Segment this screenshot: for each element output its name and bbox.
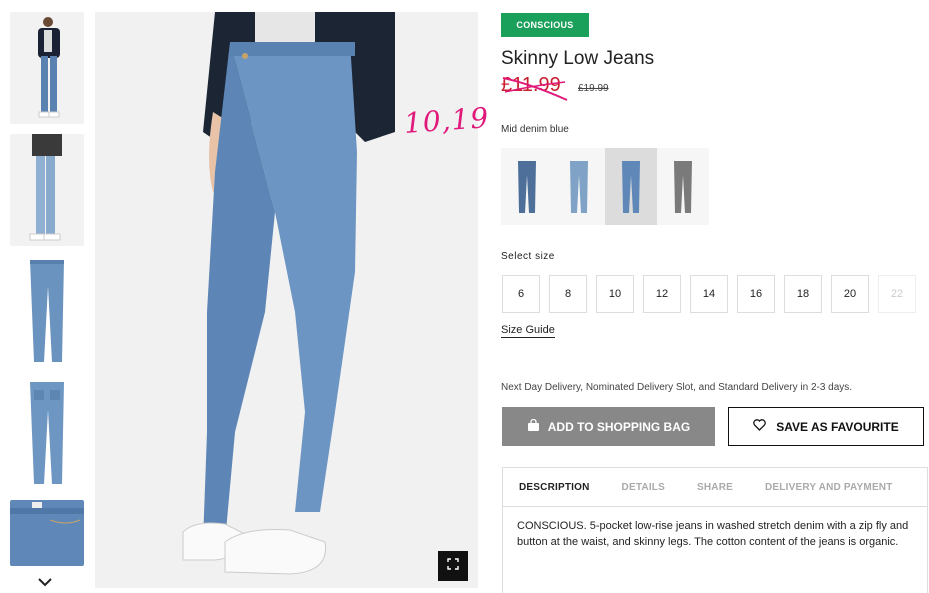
- size-option-20[interactable]: 20: [831, 275, 869, 313]
- thumbnail-strip: [10, 12, 84, 576]
- shopping-bag-icon: [527, 418, 540, 434]
- color-swatches: [501, 148, 709, 225]
- delivery-info: Next Day Delivery, Nominated Delivery Sl…: [501, 382, 853, 393]
- chevron-down-icon[interactable]: [37, 574, 53, 592]
- swatch-dark-denim[interactable]: [501, 148, 553, 225]
- size-options: 6 8 10 12 14 16 18 20 22: [502, 275, 925, 313]
- size-option-10[interactable]: 10: [596, 275, 634, 313]
- thumbnail-model-side[interactable]: [10, 134, 84, 246]
- tab-share[interactable]: SHARE: [697, 482, 733, 493]
- main-product-image-graphic: [95, 12, 478, 588]
- size-option-8[interactable]: 8: [549, 275, 587, 313]
- thumbnail-jeans-front[interactable]: [10, 256, 84, 368]
- heart-icon: [753, 419, 767, 434]
- conscious-badge: CONSCIOUS: [501, 13, 589, 37]
- swatch-mid-denim[interactable]: [605, 148, 657, 225]
- tab-details[interactable]: DETAILS: [622, 482, 665, 493]
- size-option-6[interactable]: 6: [502, 275, 540, 313]
- thumbnail-model-front-image: [10, 12, 84, 124]
- original-price: £19.99: [578, 83, 609, 94]
- thumbnail-jeans-back[interactable]: [10, 378, 84, 490]
- fullscreen-icon: [447, 557, 459, 575]
- swatch-dark-denim-image: [518, 160, 536, 213]
- handwritten-price-note: 10,19: [402, 101, 491, 140]
- color-name: Mid denim blue: [501, 124, 569, 135]
- add-to-bag-label: ADD TO SHOPPING BAG: [547, 419, 691, 434]
- main-product-image: [95, 12, 478, 588]
- size-option-14[interactable]: 14: [690, 275, 728, 313]
- thumbnail-jeans-front-image: [10, 256, 84, 368]
- select-size-label: Select size: [501, 251, 555, 262]
- description-text: CONSCIOUS. 5-pocket low-rise jeans in wa…: [502, 507, 928, 593]
- thumbnail-jeans-back-image: [10, 378, 84, 490]
- thumbnail-model-side-image: [10, 134, 84, 246]
- tab-description[interactable]: DESCRIPTION: [519, 482, 590, 493]
- product-title: Skinny Low Jeans: [501, 48, 655, 69]
- size-option-12[interactable]: 12: [643, 275, 681, 313]
- price-strikethrough-scribble: [502, 77, 568, 101]
- save-favourite-label: SAVE AS FAVOURITE: [776, 419, 899, 434]
- swatch-grey-denim[interactable]: [657, 148, 709, 225]
- size-guide-link[interactable]: Size Guide: [501, 324, 555, 338]
- swatch-light-denim-image: [570, 160, 588, 213]
- info-tabs: DESCRIPTION DETAILS SHARE DELIVERY AND P…: [502, 467, 928, 507]
- swatch-mid-denim-image: [622, 160, 640, 213]
- size-option-22: 22: [878, 275, 916, 313]
- thumbnail-jeans-detail[interactable]: [10, 500, 84, 566]
- tab-delivery-payment[interactable]: DELIVERY AND PAYMENT: [765, 482, 893, 493]
- size-option-18[interactable]: 18: [784, 275, 822, 313]
- thumbnail-model-front[interactable]: [10, 12, 84, 124]
- fullscreen-button[interactable]: [438, 551, 468, 581]
- add-to-bag-button[interactable]: ADD TO SHOPPING BAG: [502, 407, 715, 446]
- thumbnail-jeans-detail-image: [10, 500, 84, 566]
- swatch-grey-denim-image: [674, 160, 692, 213]
- save-favourite-button[interactable]: SAVE AS FAVOURITE: [728, 407, 924, 446]
- size-option-16[interactable]: 16: [737, 275, 775, 313]
- swatch-light-denim[interactable]: [553, 148, 605, 225]
